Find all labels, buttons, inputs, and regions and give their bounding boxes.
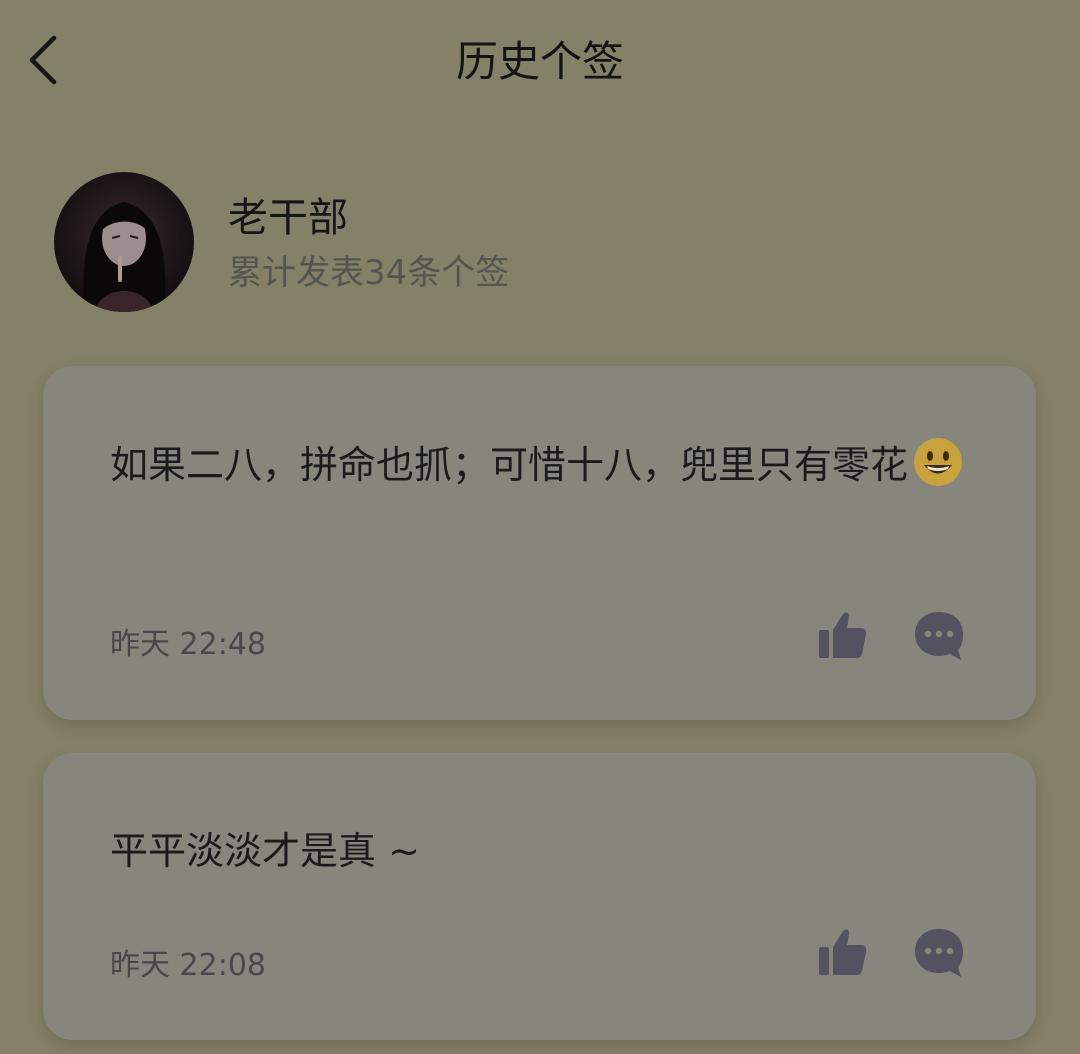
post-text-content: 如果二八，拼命也抓；可惜十八，兜里只有零花 xyxy=(110,443,909,487)
comment-button[interactable] xyxy=(911,925,967,981)
post-card[interactable]: 如果二八，拼命也抓；可惜十八，兜里只有零花 昨天 22:48 xyxy=(43,366,1036,720)
thumbs-up-icon xyxy=(819,929,867,975)
comment-bubble-icon xyxy=(915,612,963,660)
post-time: 昨天 22:48 xyxy=(110,627,266,662)
post-card[interactable]: 平平淡淡才是真 ~ 昨天 22:08 xyxy=(43,753,1036,1040)
comment-bubble-icon xyxy=(915,929,963,977)
profile-section: 老干部 累计发表34条个签 xyxy=(54,172,1014,312)
post-time: 昨天 22:08 xyxy=(110,948,266,983)
header: 历史个签 xyxy=(0,0,1080,124)
user-name: 老干部 xyxy=(228,195,348,241)
like-button[interactable] xyxy=(815,608,871,664)
avatar[interactable] xyxy=(54,172,194,312)
post-count: 累计发表34条个签 xyxy=(228,253,510,293)
comment-button[interactable] xyxy=(911,608,967,664)
like-button[interactable] xyxy=(815,925,871,981)
avatar-image xyxy=(83,202,166,312)
post-text: 如果二八，拼命也抓；可惜十八，兜里只有零花 xyxy=(110,432,980,499)
post-text: 平平淡淡才是真 ~ xyxy=(110,829,420,873)
grinning-face-emoji xyxy=(914,438,963,486)
thumbs-up-icon xyxy=(819,612,867,658)
page-title: 历史个签 xyxy=(455,37,624,86)
